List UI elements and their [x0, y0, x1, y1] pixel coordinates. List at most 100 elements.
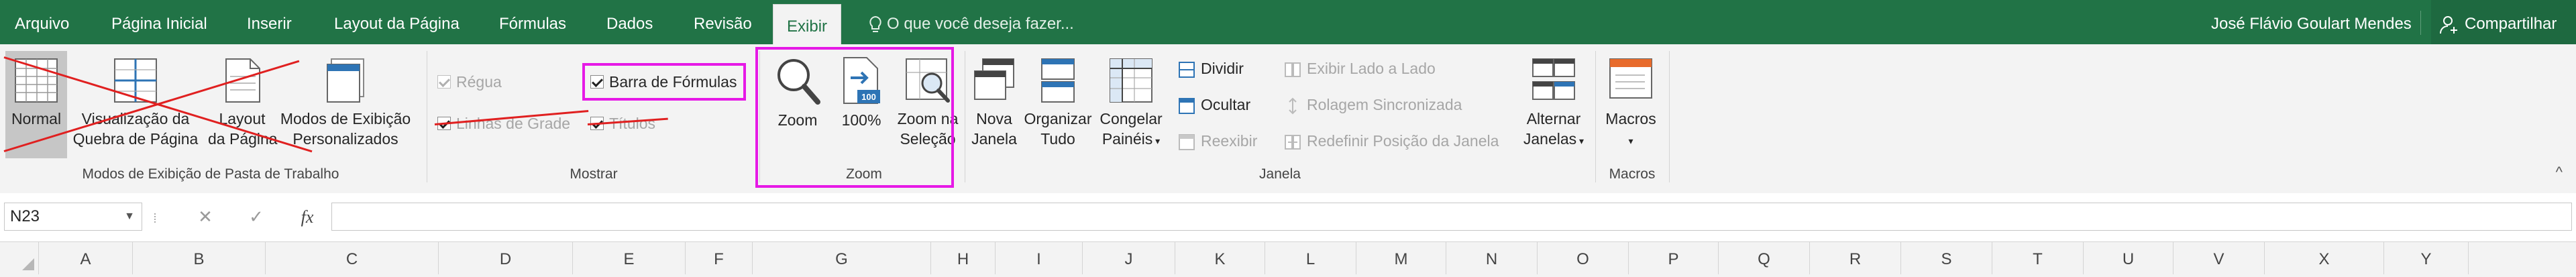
- tab-pagina-inicial[interactable]: Página Inicial: [111, 0, 207, 44]
- column-header-y[interactable]: Y: [2384, 242, 2469, 274]
- arrange-all-button[interactable]: Organizar Tudo: [1021, 51, 1095, 158]
- column-header-j[interactable]: J: [1083, 242, 1175, 274]
- chevron-down-icon[interactable]: ▼: [124, 203, 135, 230]
- new-window-button[interactable]: Nova Janela: [970, 51, 1018, 158]
- share-button[interactable]: Compartilhar: [2431, 0, 2576, 44]
- column-header-n[interactable]: N: [1446, 242, 1538, 274]
- column-header-a[interactable]: A: [39, 242, 133, 274]
- group-label-macros: Macros: [1609, 166, 1656, 182]
- column-header-b[interactable]: B: [133, 242, 266, 274]
- sync-scrolling-label: Rolagem Sincronizada: [1307, 96, 1462, 113]
- freeze-panes-button[interactable]: Congelar Painéis ▾: [1097, 51, 1165, 158]
- column-header-s[interactable]: S: [1901, 242, 1992, 274]
- unhide-button[interactable]: Reexibir: [1178, 129, 1257, 153]
- tab-layout-da-pagina[interactable]: Layout da Página: [334, 0, 460, 44]
- macros-label-text: Macros: [1605, 110, 1656, 127]
- group-label-window: Janela: [1259, 166, 1301, 182]
- view-side-by-side-button[interactable]: Exibir Lado a Lado: [1284, 56, 1436, 80]
- column-header-p[interactable]: P: [1629, 242, 1719, 274]
- reset-window-position-label: Redefinir Posição da Janela: [1307, 132, 1499, 150]
- share-label: Compartilhar: [2465, 15, 2557, 33]
- name-box-value: N23: [10, 207, 40, 225]
- collapse-ribbon-icon[interactable]: ^: [2556, 164, 2563, 181]
- tab-inserir[interactable]: Inserir: [247, 0, 292, 44]
- formula-input[interactable]: [331, 203, 2572, 231]
- split-label: Dividir: [1201, 60, 1244, 77]
- sync-scroll-icon: [1289, 97, 1297, 115]
- lightbulb-icon: [869, 15, 881, 32]
- tab-dados[interactable]: Dados: [606, 0, 653, 44]
- switch-windows-label-text: Janelas: [1523, 130, 1577, 148]
- column-header-f[interactable]: F: [686, 242, 753, 274]
- switch-windows-button[interactable]: Alternar Janelas ▾: [1517, 51, 1590, 158]
- column-header-l[interactable]: L: [1265, 242, 1356, 274]
- tab-revisao[interactable]: Revisão: [694, 0, 752, 44]
- macros-button[interactable]: Macros ▾: [1601, 51, 1661, 158]
- column-header-k[interactable]: K: [1175, 242, 1265, 274]
- custom-views-button[interactable]: Modos de Exibição Personalizados: [276, 51, 415, 158]
- column-header-r[interactable]: R: [1810, 242, 1901, 274]
- freeze-panes-label-2: Painéis ▾: [1097, 129, 1165, 151]
- ruler-checkbox[interactable]: Régua: [437, 70, 502, 94]
- column-header-g[interactable]: G: [753, 242, 931, 274]
- switch-windows-icon: [1532, 58, 1575, 100]
- switch-windows-label-2: Janelas ▾: [1517, 129, 1590, 151]
- column-header-t[interactable]: T: [1992, 242, 2084, 274]
- chevron-down-icon: ▾: [1628, 135, 1633, 146]
- column-header-x[interactable]: X: [2265, 242, 2384, 274]
- chevron-down-icon: ▾: [1576, 135, 1585, 146]
- highlight-box: [582, 63, 746, 101]
- divider: [2420, 11, 2421, 35]
- formula-bar-buttons: ✕ ✓ fx: [180, 203, 333, 231]
- page-break-preview-button[interactable]: Visualização da Quebra de Página: [70, 51, 201, 158]
- column-header-i[interactable]: I: [996, 242, 1083, 274]
- column-header-v[interactable]: V: [2174, 242, 2265, 274]
- tab-exibir[interactable]: Exibir: [773, 4, 842, 44]
- cancel-icon[interactable]: ✕: [180, 203, 231, 231]
- column-header-u[interactable]: U: [2084, 242, 2174, 274]
- page-break-preview-label-2: Quebra de Página: [72, 130, 199, 148]
- tab-arquivo[interactable]: Arquivo: [15, 0, 69, 44]
- group-divider: [1669, 51, 1670, 182]
- ruler-check: [437, 74, 451, 89]
- hide-label: Ocultar: [1201, 96, 1251, 113]
- column-header-m[interactable]: M: [1356, 242, 1446, 274]
- hide-button[interactable]: Ocultar: [1178, 93, 1250, 117]
- view-side-by-side-label: Exibir Lado a Lado: [1307, 60, 1436, 77]
- group-label-show: Mostrar: [570, 166, 618, 182]
- select-all-corner[interactable]: [0, 242, 39, 274]
- group-label-workbook-views: Modos de Exibição de Pasta de Trabalho: [82, 166, 339, 182]
- macros-icon: [1609, 58, 1652, 99]
- freeze-panes-label-text: Painéis: [1102, 130, 1153, 148]
- chevron-down-icon: ▾: [1152, 135, 1161, 146]
- reset-window-position-button[interactable]: Redefinir Posição da Janela: [1284, 129, 1499, 153]
- column-headers: ABCDEFGHIJKLMNOPQRSTUVXY: [0, 241, 2576, 274]
- unhide-label: Reexibir: [1201, 132, 1258, 150]
- freeze-panes-icon: [1110, 58, 1152, 103]
- column-header-o[interactable]: O: [1538, 242, 1629, 274]
- column-header-c[interactable]: C: [266, 242, 439, 274]
- arrange-all-label-2: Tudo: [1040, 130, 1075, 148]
- tab-formulas[interactable]: Fórmulas: [499, 0, 566, 44]
- insert-function-icon[interactable]: fx: [282, 203, 333, 231]
- group-divider: [1595, 51, 1596, 182]
- side-by-side-icon: [1285, 62, 1301, 77]
- sync-scrolling-button[interactable]: Rolagem Sincronizada: [1284, 93, 1462, 117]
- page-layout-button[interactable]: Layout da Página: [208, 51, 278, 158]
- enter-icon[interactable]: ✓: [231, 203, 282, 231]
- reset-position-icon: [1285, 134, 1301, 150]
- normal-view-label: Normal: [11, 110, 62, 127]
- switch-windows-label-1: Alternar: [1526, 110, 1581, 127]
- page-layout-icon: [225, 58, 260, 103]
- formula-bar: N23 ▼ ✕ ✓ fx: [0, 193, 2576, 241]
- column-header-e[interactable]: E: [573, 242, 686, 274]
- ruler-label: Régua: [456, 73, 502, 91]
- column-header-d[interactable]: D: [439, 242, 573, 274]
- column-header-q[interactable]: Q: [1719, 242, 1810, 274]
- name-box[interactable]: N23 ▼: [4, 203, 142, 231]
- column-header-h[interactable]: H: [931, 242, 996, 274]
- new-window-label-1: Nova: [976, 110, 1012, 127]
- tell-me-search[interactable]: O que você deseja fazer...: [868, 0, 1074, 44]
- ribbon: Normal Visualização da Quebra de Página …: [0, 44, 2576, 194]
- split-button[interactable]: Dividir: [1178, 56, 1244, 80]
